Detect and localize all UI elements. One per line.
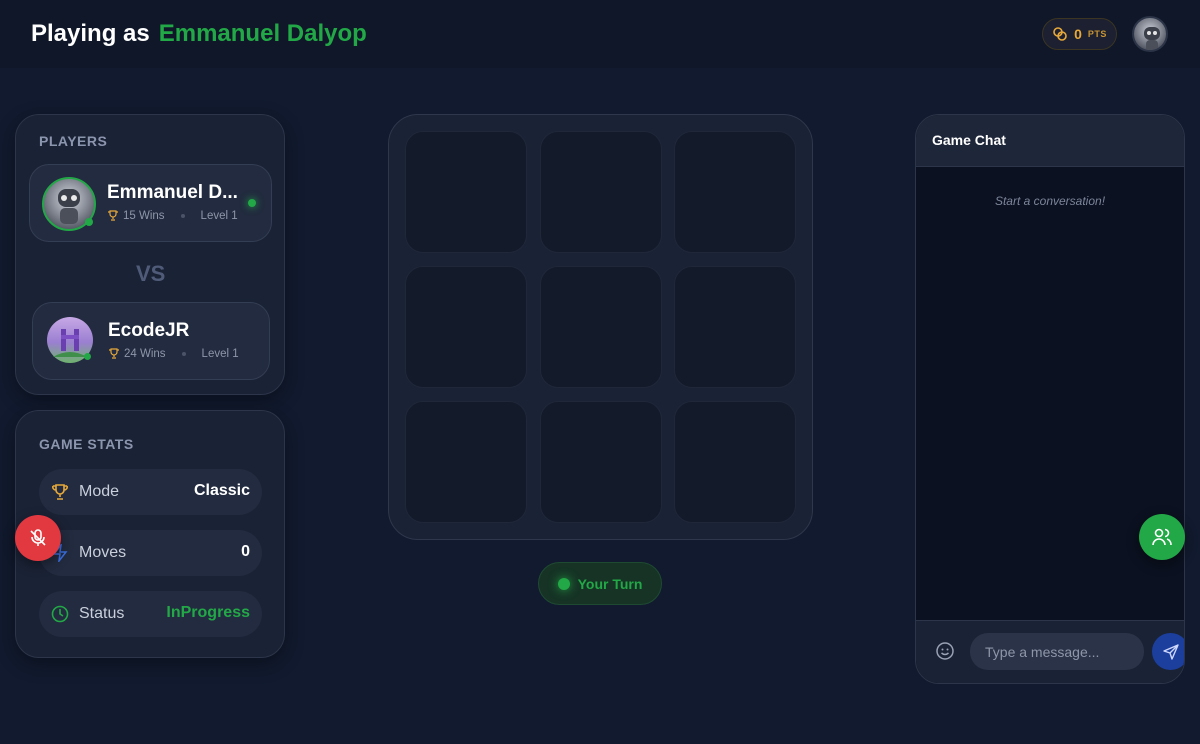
stat-row-mode: Mode Classic <box>39 469 262 515</box>
active-status-dot <box>248 199 256 207</box>
stat-label-mode: Mode <box>79 483 120 500</box>
board-cell-6[interactable] <box>674 266 796 388</box>
turn-indicator: Your Turn <box>538 562 662 605</box>
current-player-name: Emmanuel Dalyop <box>158 20 367 47</box>
stat-label-status: Status <box>79 605 125 622</box>
stat-value-mode: Classic <box>193 482 250 499</box>
players-list-button[interactable] <box>1139 514 1185 560</box>
player-2-name: EcodeJR <box>108 320 190 341</box>
page-title: Playing as Emmanuel Dalyop <box>31 20 367 48</box>
separator-dot <box>180 214 185 218</box>
points-badge[interactable]: 0 PTS <box>1042 18 1117 50</box>
points-unit: PTS <box>1087 29 1107 39</box>
mute-microphone-button[interactable] <box>15 515 61 561</box>
title-prefix: Playing as <box>31 20 150 47</box>
game-board <box>388 114 813 540</box>
online-indicator <box>84 353 91 360</box>
player-card-2[interactable]: EcodeJR 24 Wins Level 1 <box>32 302 270 380</box>
player-1-name: Emmanuel D... <box>107 182 238 203</box>
top-bar: Playing as Emmanuel Dalyop 0 PTS <box>0 0 1200 68</box>
coins-icon <box>1053 27 1067 41</box>
chat-header: Game Chat <box>916 115 1184 167</box>
mic-off-icon <box>30 529 46 546</box>
game-chat-panel: Game Chat Start a conversation! <box>915 114 1185 684</box>
turn-label: Your Turn <box>577 575 643 592</box>
board-cell-4[interactable] <box>405 266 527 388</box>
player-1-level: Level 1 <box>200 210 238 222</box>
board-cell-7[interactable] <box>405 401 527 523</box>
turn-pulse-dot <box>557 577 570 590</box>
board-cell-1[interactable] <box>405 131 527 253</box>
send-icon <box>1162 643 1179 660</box>
player-2-meta: 24 Wins Level 1 <box>108 348 239 360</box>
chat-empty-state: Start a conversation! <box>994 194 1106 208</box>
stat-value-status: InProgress <box>166 604 250 621</box>
chat-title: Game Chat <box>932 132 1006 148</box>
send-message-button[interactable] <box>1152 633 1184 670</box>
robot-avatar-icon <box>1144 27 1160 50</box>
chat-message-input[interactable] <box>970 633 1144 670</box>
separator-dot <box>181 352 186 356</box>
player-card-1[interactable]: Emmanuel D... 15 Wins Level 1 <box>29 164 272 242</box>
player-2-wins: 24 Wins <box>124 348 166 360</box>
clock-icon <box>51 605 69 623</box>
board-cell-2[interactable] <box>540 131 662 253</box>
online-indicator <box>85 218 93 226</box>
game-stats-label: GAME STATS <box>39 436 134 452</box>
players-card: PLAYERS Emmanuel D... 15 Wins Level 1 VS… <box>15 114 285 395</box>
points-value: 0 <box>1074 26 1082 42</box>
player-2-level: Level 1 <box>201 348 239 360</box>
player-1-wins: 15 Wins <box>123 210 165 222</box>
emoji-icon[interactable] <box>935 641 955 661</box>
trophy-icon <box>109 348 119 359</box>
stat-row-moves: Moves 0 <box>39 530 262 576</box>
user-avatar[interactable] <box>1132 16 1168 52</box>
players-label: PLAYERS <box>39 133 108 149</box>
board-cell-8[interactable] <box>540 401 662 523</box>
stat-row-status: Status InProgress <box>39 591 262 637</box>
chat-footer <box>916 620 1184 683</box>
trophy-icon <box>52 484 68 500</box>
users-icon <box>1152 528 1172 546</box>
vs-label: VS <box>136 261 166 286</box>
stat-value-moves: 0 <box>241 543 250 560</box>
player-1-meta: 15 Wins Level 1 <box>107 210 238 222</box>
board-cell-5[interactable] <box>540 266 662 388</box>
board-cell-9[interactable] <box>674 401 796 523</box>
trophy-icon <box>108 210 118 221</box>
board-cell-3[interactable] <box>674 131 796 253</box>
stat-label-moves: Moves <box>79 544 127 561</box>
